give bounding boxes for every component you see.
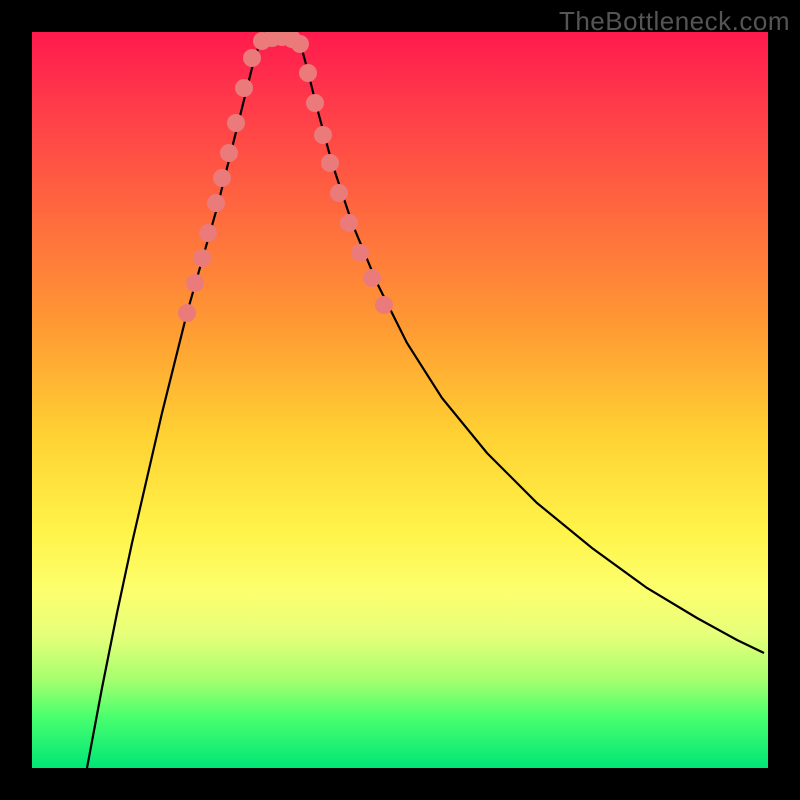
curve-right [300, 42, 764, 653]
scatter-dot [340, 214, 358, 232]
scatter-dot [227, 114, 245, 132]
chart-svg [32, 32, 768, 768]
watermark: TheBottleneck.com [559, 6, 790, 37]
scatter-dot [186, 274, 204, 292]
scatter-dot [213, 169, 231, 187]
scatter-dot [193, 249, 211, 267]
scatter-dot [299, 64, 317, 82]
scatter-dot [321, 154, 339, 172]
scatter-dot [178, 304, 196, 322]
scatter-dot [314, 126, 332, 144]
scatter-dot [363, 269, 381, 287]
scatter-dot [306, 94, 324, 112]
scatter-dot [375, 296, 393, 314]
scatter-dot [235, 79, 253, 97]
scatter-dot [330, 184, 348, 202]
chart-frame [32, 32, 768, 768]
scatter-dot [220, 144, 238, 162]
scatter-dots [178, 32, 393, 322]
scatter-dot [207, 194, 225, 212]
scatter-dot [351, 244, 369, 262]
scatter-dot [243, 49, 261, 67]
scatter-dot [199, 224, 217, 242]
scatter-dot [291, 35, 309, 53]
